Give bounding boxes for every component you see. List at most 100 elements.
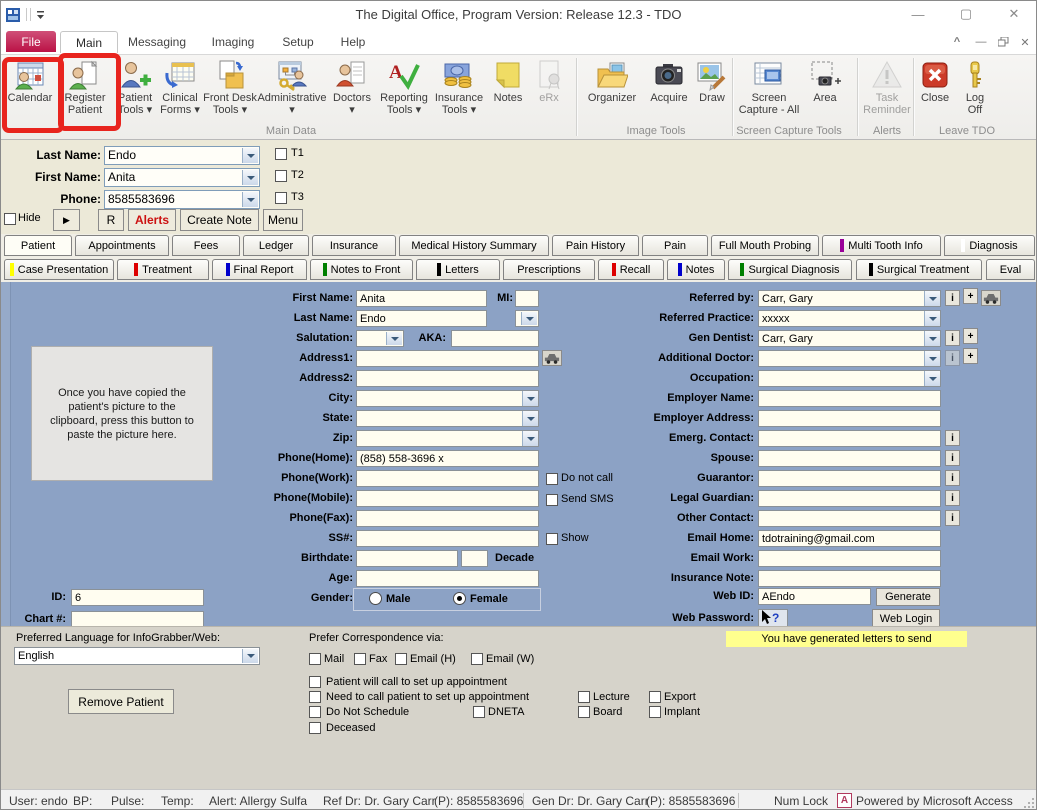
city-combo[interactable] bbox=[356, 390, 539, 407]
do-not-schedule-checkbox[interactable] bbox=[309, 706, 321, 718]
ribbon-acquire-button[interactable]: Acquire bbox=[645, 57, 693, 127]
last-name-search-combo[interactable]: Endo bbox=[104, 146, 260, 165]
id-field[interactable]: 6 bbox=[71, 589, 204, 606]
employer-address-field[interactable] bbox=[758, 410, 941, 427]
tab-ledger[interactable]: Ledger bbox=[243, 235, 309, 256]
spouse-field[interactable] bbox=[758, 450, 941, 467]
tab-multi-tooth-info[interactable]: Multi Tooth Info bbox=[822, 235, 941, 256]
ribbon-reporting-tools-button[interactable]: A ReportingTools ▾ bbox=[377, 57, 431, 127]
age-field[interactable] bbox=[356, 570, 539, 587]
alerts-button[interactable]: Alerts bbox=[128, 209, 176, 231]
menu-button[interactable]: Menu bbox=[263, 209, 303, 231]
tab-file[interactable]: File bbox=[6, 31, 56, 52]
tab-notes-to-front[interactable]: Notes to Front bbox=[310, 259, 413, 280]
ribbon-front-desk-tools-button[interactable]: Front DeskTools ▾ bbox=[203, 57, 257, 127]
t1-checkbox[interactable] bbox=[275, 148, 287, 160]
ribbon-insurance-tools-button[interactable]: InsuranceTools ▾ bbox=[431, 57, 487, 127]
zip-combo[interactable] bbox=[356, 430, 539, 447]
dropdown-arrow-icon[interactable] bbox=[924, 331, 940, 346]
tab-final-report[interactable]: Final Report bbox=[212, 259, 307, 280]
tab-main[interactable]: Main bbox=[60, 31, 118, 53]
dropdown-arrow-icon[interactable] bbox=[521, 312, 537, 325]
other-contact-field[interactable] bbox=[758, 510, 941, 527]
show-ssn-checkbox[interactable] bbox=[546, 533, 558, 545]
salutation-combo[interactable] bbox=[356, 330, 404, 347]
tab-messaging[interactable]: Messaging bbox=[120, 31, 194, 52]
export-checkbox[interactable] bbox=[649, 691, 661, 703]
minimize-button[interactable]: — bbox=[903, 5, 933, 23]
ribbon-administrative-button[interactable]: Administrative▾ bbox=[257, 57, 327, 127]
tab-fees[interactable]: Fees bbox=[172, 235, 240, 256]
email-home-field[interactable]: tdotraining@gmail.com bbox=[758, 530, 941, 547]
dropdown-arrow-icon[interactable] bbox=[522, 431, 538, 446]
tab-prescriptions[interactable]: Prescriptions bbox=[503, 259, 595, 280]
record-selector-bar[interactable] bbox=[1, 282, 11, 626]
employer-name-field[interactable] bbox=[758, 390, 941, 407]
dropdown-arrow-icon[interactable] bbox=[242, 649, 258, 663]
dropdown-arrow-icon[interactable] bbox=[242, 192, 258, 207]
ssn-field[interactable] bbox=[356, 530, 539, 547]
address-map-button[interactable] bbox=[542, 350, 562, 366]
fax-checkbox[interactable] bbox=[354, 653, 366, 665]
dropdown-arrow-icon[interactable] bbox=[386, 332, 402, 345]
email-w-checkbox[interactable] bbox=[471, 653, 483, 665]
need-to-call-checkbox[interactable] bbox=[309, 691, 321, 703]
gen-dentist-add-button[interactable]: + bbox=[963, 328, 978, 344]
child-minimize-icon[interactable]: — bbox=[973, 35, 989, 49]
ribbon-area-button[interactable]: Area bbox=[804, 57, 846, 127]
ribbon-log-off-button[interactable]: LogOff bbox=[956, 57, 994, 127]
tab-pain-history[interactable]: Pain History bbox=[552, 235, 639, 256]
tab-medical-history-summary[interactable]: Medical History Summary bbox=[399, 235, 549, 256]
legal-guardian-field[interactable] bbox=[758, 490, 941, 507]
send-sms-checkbox[interactable] bbox=[546, 494, 558, 506]
legal-guardian-info-button[interactable]: i bbox=[945, 490, 960, 506]
address1-field[interactable] bbox=[356, 350, 539, 367]
ribbon-screen-capture-all-button[interactable]: ScreenCapture - All bbox=[736, 57, 802, 127]
referred-practice-combo[interactable]: xxxxx bbox=[758, 310, 941, 327]
dropdown-arrow-icon[interactable] bbox=[924, 291, 940, 306]
referred-by-info-button[interactable]: i bbox=[945, 290, 960, 306]
web-id-field[interactable]: AEndo bbox=[758, 588, 871, 605]
dropdown-arrow-icon[interactable] bbox=[242, 148, 258, 163]
tab-appointments[interactable]: Appointments bbox=[75, 235, 169, 256]
additional-doctor-add-button[interactable]: + bbox=[963, 348, 978, 364]
ribbon-clinical-forms-button[interactable]: ClinicalForms ▾ bbox=[157, 57, 203, 127]
state-combo[interactable] bbox=[356, 410, 539, 427]
tab-recall[interactable]: Recall bbox=[598, 259, 664, 280]
tab-setup[interactable]: Setup bbox=[272, 31, 324, 52]
occupation-combo[interactable] bbox=[758, 370, 941, 387]
birthdate-field[interactable] bbox=[356, 550, 458, 567]
create-note-button[interactable]: Create Note bbox=[180, 209, 259, 231]
deceased-checkbox[interactable] bbox=[309, 722, 321, 734]
dropdown-arrow-icon[interactable] bbox=[924, 371, 940, 386]
child-restore-icon[interactable] bbox=[995, 35, 1011, 49]
dropdown-arrow-icon[interactable] bbox=[522, 391, 538, 406]
tab-treatment[interactable]: Treatment bbox=[117, 259, 209, 280]
tab-eval[interactable]: Eval bbox=[986, 259, 1035, 280]
phone-mobile-field[interactable] bbox=[356, 490, 539, 507]
referred-by-combo[interactable]: Carr, Gary bbox=[758, 290, 941, 307]
emerg-contact-field[interactable] bbox=[758, 430, 941, 447]
tab-diagnosis[interactable]: Diagnosis bbox=[944, 235, 1035, 256]
tab-letters[interactable]: Letters bbox=[416, 259, 500, 280]
last-name-field[interactable]: Endo bbox=[356, 310, 487, 327]
dneta-checkbox[interactable] bbox=[473, 706, 485, 718]
gen-dentist-info-button[interactable]: i bbox=[945, 330, 960, 346]
phone-search-combo[interactable]: 8585583696 bbox=[104, 190, 260, 209]
guarantor-field[interactable] bbox=[758, 470, 941, 487]
address2-field[interactable] bbox=[356, 370, 539, 387]
ribbon-doctors-button[interactable]: Doctors▾ bbox=[329, 57, 375, 127]
ribbon-organizer-button[interactable]: Organizer bbox=[581, 57, 643, 127]
tab-surgical-treatment[interactable]: Surgical Treatment bbox=[856, 259, 982, 280]
child-close-icon[interactable]: ✕ bbox=[1017, 35, 1033, 49]
emerg-contact-info-button[interactable]: i bbox=[945, 430, 960, 446]
gen-dentist-combo[interactable]: Carr, Gary bbox=[758, 330, 941, 347]
maximize-button[interactable]: ▢ bbox=[951, 5, 981, 23]
tab-insurance[interactable]: Insurance bbox=[312, 235, 396, 256]
tab-help[interactable]: Help bbox=[330, 31, 376, 52]
tab-pain[interactable]: Pain bbox=[642, 235, 708, 256]
ribbon-notes-button[interactable]: Notes bbox=[489, 57, 527, 127]
first-name-field[interactable]: Anita bbox=[356, 290, 487, 307]
t3-checkbox[interactable] bbox=[275, 192, 287, 204]
ribbon-draw-button[interactable]: Draw bbox=[693, 57, 731, 127]
